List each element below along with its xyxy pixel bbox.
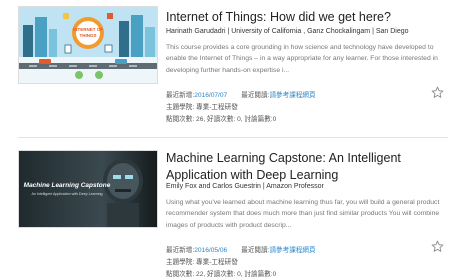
svg-text:THINGS: THINGS bbox=[79, 33, 96, 38]
course-title[interactable]: Internet of Things: How did we get here? bbox=[166, 9, 451, 26]
course-stats: 點閱次數: 22, 好讀次數: 0, 討論篇數:0 bbox=[166, 271, 277, 278]
star-outline-icon[interactable] bbox=[431, 240, 444, 253]
course-authors: Emily Fox and Carlos Guestrin | Amazon P… bbox=[166, 183, 324, 190]
course-card-ml: Machine Learning Capstone An Intelligent… bbox=[0, 140, 465, 278]
course-dates: 最近新增:2016/05/06 最近閱讀:請參考課程網頁 bbox=[166, 244, 316, 254]
course-title[interactable]: Machine Learning Capstone: An Intelligen… bbox=[166, 150, 451, 184]
course-dates: 最近新增:2016/07/07 最近閱讀:請參考課程網頁 bbox=[166, 89, 316, 99]
course-description: This course provides a core grounding in… bbox=[166, 44, 438, 74]
course-page-link[interactable]: 請參考課程網頁 bbox=[269, 247, 315, 254]
course-school: 主題學院: 專業-工程研發 bbox=[166, 104, 238, 111]
updated-date: 2016/05/06 bbox=[194, 247, 228, 254]
course-page-link[interactable]: 請參考課程網頁 bbox=[269, 92, 315, 99]
read-label: 最近閱讀: bbox=[241, 92, 270, 99]
course-card-iot: INTERNET OF THINGS Internet of Things: H… bbox=[0, 0, 465, 138]
course-stats: 點閱次數: 26, 好讀次數: 0, 討論篇數:0 bbox=[166, 116, 277, 123]
updated-label: 最近新增: bbox=[166, 247, 195, 254]
read-label: 最近閱讀: bbox=[241, 247, 270, 254]
star-outline-icon[interactable] bbox=[431, 86, 444, 99]
course-description: Using what you've learned about machine … bbox=[166, 199, 440, 229]
course-thumbnail-ml[interactable]: Machine Learning Capstone An Intelligent… bbox=[18, 150, 158, 228]
course-thumbnail-iot[interactable]: INTERNET OF THINGS bbox=[18, 6, 158, 84]
updated-date: 2016/07/07 bbox=[194, 92, 228, 99]
course-divider bbox=[18, 137, 448, 138]
course-authors: Harinath Garudadri | University of Calif… bbox=[166, 28, 409, 35]
thumbnail-label-iot: INTERNET OF bbox=[73, 27, 103, 32]
course-school: 主題學院: 專業-工程研發 bbox=[166, 259, 238, 266]
iot-illustration: INTERNET OF THINGS bbox=[19, 7, 157, 83]
ml-illustration: Machine Learning Capstone An Intelligent… bbox=[19, 151, 157, 227]
thumbnail-title-ml: Machine Learning Capstone bbox=[24, 182, 111, 189]
updated-label: 最近新增: bbox=[166, 92, 195, 99]
thumbnail-subtitle-ml: An Intelligent Application with Deep Lea… bbox=[31, 192, 102, 196]
